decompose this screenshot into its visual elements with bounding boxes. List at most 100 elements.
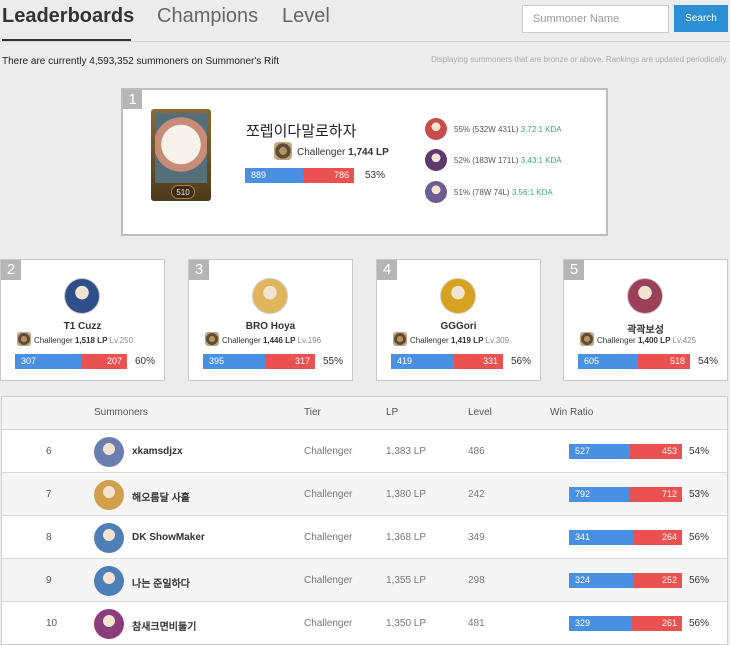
wins-segment: 605 — [578, 354, 639, 369]
column-header-tier[interactable]: Tier — [304, 407, 321, 418]
challenger-tier-icon — [393, 332, 407, 346]
table-row[interactable]: 9 나는 준일하다 Challenger 1,355 LP 298 324 252 56% — [2, 558, 727, 601]
summoner-name[interactable]: 참새크면비둘기 — [132, 618, 196, 633]
summoner-name[interactable]: T1 Cuzz — [1, 321, 164, 332]
losses-segment: 264 — [632, 530, 682, 545]
table-header: Summoners Tier LP Level Win Ratio — [2, 397, 727, 429]
tier-and-lp: Challenger 1,744 LP — [297, 147, 389, 158]
summoner-name[interactable]: xkamsdjzx — [132, 446, 183, 457]
win-loss-bar: 419 331 — [391, 354, 503, 369]
win-loss-bar: 792 712 — [569, 487, 682, 502]
wins-segment: 329 — [569, 616, 633, 631]
column-header-level[interactable]: Level — [468, 407, 492, 418]
champion-stats: 52% (183W 171L) 3.43:1 KDA — [454, 156, 562, 165]
profile-icon — [94, 523, 124, 553]
search-button[interactable]: Search — [674, 5, 728, 32]
rank-badge: 3 — [189, 260, 209, 280]
tier-label: Challenger — [222, 336, 261, 345]
summoner-name[interactable]: DK ShowMaker — [132, 532, 205, 543]
column-header-summoners[interactable]: Summoners — [94, 407, 148, 418]
summoner-level-badge: 510 — [171, 185, 195, 199]
rank-1-card[interactable]: 1 510 쪼렙이다말로하자 Challenger 1,744 LP 889 7… — [121, 88, 608, 236]
win-rate: 55% — [323, 356, 344, 367]
summoner-name[interactable]: GGGori — [377, 321, 540, 332]
summoner-search-input[interactable] — [522, 5, 669, 33]
summoner-level: Lv.309 — [485, 336, 510, 345]
losses-segment: 786 — [302, 168, 354, 183]
losses-segment: 453 — [629, 444, 682, 459]
lp-value: 1,446 LP — [262, 336, 296, 345]
rankings-note: Displaying summoners that are bronze or … — [431, 55, 728, 64]
rank-5-card[interactable]: 5 곽곽보성 Challenger 1,400 LP Lv.425 605 518 54% — [563, 259, 728, 381]
wins-segment: 527 — [569, 444, 630, 459]
profile-icon — [94, 566, 124, 596]
win-loss-bar: 307 207 — [15, 354, 127, 369]
challenger-tier-icon — [17, 332, 31, 346]
column-header-lp[interactable]: LP — [386, 407, 398, 418]
table-row[interactable]: 8 DK ShowMaker Challenger 1,368 LP 349 341 264… — [2, 515, 727, 558]
table-row[interactable]: 10 참새크면비둘기 Challenger 1,350 LP 481 329 261 56% — [2, 601, 727, 644]
summoner-level: 242 — [468, 489, 485, 500]
lp-value: 1,383 LP — [386, 446, 427, 457]
lp-value: 1,744 LP — [348, 147, 389, 158]
profile-icon — [252, 278, 288, 314]
champion-kda: 3.56:1 KDA — [511, 188, 553, 197]
profile-icon — [94, 437, 124, 467]
tier-label: Challenger — [304, 575, 353, 586]
wins-segment: 307 — [15, 354, 82, 369]
rank-badge: 4 — [377, 260, 397, 280]
rank-4-card[interactable]: 4 GGGori Challenger 1,419 LP Lv.309 419 331 5… — [376, 259, 541, 381]
win-loss-bar: 527 453 — [569, 444, 682, 459]
champion-portrait-icon — [425, 118, 447, 140]
tab-level[interactable]: Level — [282, 5, 330, 28]
tier-label: Challenger — [304, 489, 353, 500]
leaderboard-table: Summoners Tier LP Level Win Ratio 6 xkams… — [1, 396, 728, 645]
profile-icon — [440, 278, 476, 314]
losses-segment: 207 — [81, 354, 127, 369]
summoner-count-text: There are currently 4,593,352 summoners … — [2, 56, 280, 67]
losses-segment: 331 — [453, 354, 503, 369]
lp-value: 1,368 LP — [386, 532, 427, 543]
win-rate: 56% — [689, 618, 710, 629]
win-rate: 56% — [689, 532, 710, 543]
tier-label: Challenger — [304, 532, 353, 543]
challenger-tier-icon — [580, 332, 594, 346]
table-row[interactable]: 7 해오름달 사흘 Challenger 1,380 LP 242 792 712 53% — [2, 472, 727, 515]
rank-2-card[interactable]: 2 T1 Cuzz Challenger 1,518 LP Lv.250 307 207… — [0, 259, 165, 381]
champion-stats: 55% (532W 431L) 3.72:1 KDA — [454, 125, 562, 134]
summoner-name[interactable]: 쪼렙이다말로하자 — [246, 120, 356, 141]
table-row[interactable]: 6 xkamsdjzx Challenger 1,383 LP 486 527 453 54% — [2, 429, 727, 472]
rank-badge: 2 — [1, 260, 21, 280]
rank-number: 6 — [46, 446, 52, 457]
win-rate: 60% — [135, 356, 156, 367]
wins-segment: 792 — [569, 487, 629, 502]
profile-icon — [155, 113, 207, 183]
challenger-tier-icon — [205, 332, 219, 346]
column-header-win-ratio[interactable]: Win Ratio — [550, 407, 593, 418]
summoner-name[interactable]: 나는 준일하다 — [132, 575, 190, 590]
tier-label: Challenger — [304, 618, 353, 629]
summoner-level: 486 — [468, 446, 485, 457]
rank-3-card[interactable]: 3 BRO Hoya Challenger 1,446 LP Lv.196 395 31… — [188, 259, 353, 381]
tier-and-lp: Challenger 1,400 LP Lv.425 — [597, 336, 696, 345]
rank-badge: 1 — [123, 90, 142, 109]
champion-record: 52% (183W 171L) — [454, 156, 519, 165]
wins-segment: 395 — [203, 354, 266, 369]
losses-segment: 712 — [628, 487, 682, 502]
champion-portrait-icon — [425, 181, 447, 203]
champion-stats: 51% (78W 74L) 3.56:1 KDA — [454, 188, 553, 197]
summoner-portrait: 510 — [151, 109, 211, 201]
tab-champions[interactable]: Champions — [157, 5, 258, 28]
win-rate: 54% — [689, 446, 710, 457]
summoner-name[interactable]: BRO Hoya — [189, 321, 352, 332]
tier-label: Challenger — [597, 336, 636, 345]
tier-label: Challenger — [410, 336, 449, 345]
champion-record: 51% (78W 74L) — [454, 188, 510, 197]
challenger-tier-icon — [274, 142, 292, 160]
win-rate: 56% — [689, 575, 710, 586]
tier-and-lp: Challenger 1,446 LP Lv.196 — [222, 336, 321, 345]
summoner-name[interactable]: 해오름달 사흘 — [132, 489, 190, 504]
win-rate: 53% — [689, 489, 710, 500]
champion-record: 55% (532W 431L) — [454, 125, 519, 134]
tab-leaderboards[interactable]: Leaderboards — [2, 5, 134, 28]
